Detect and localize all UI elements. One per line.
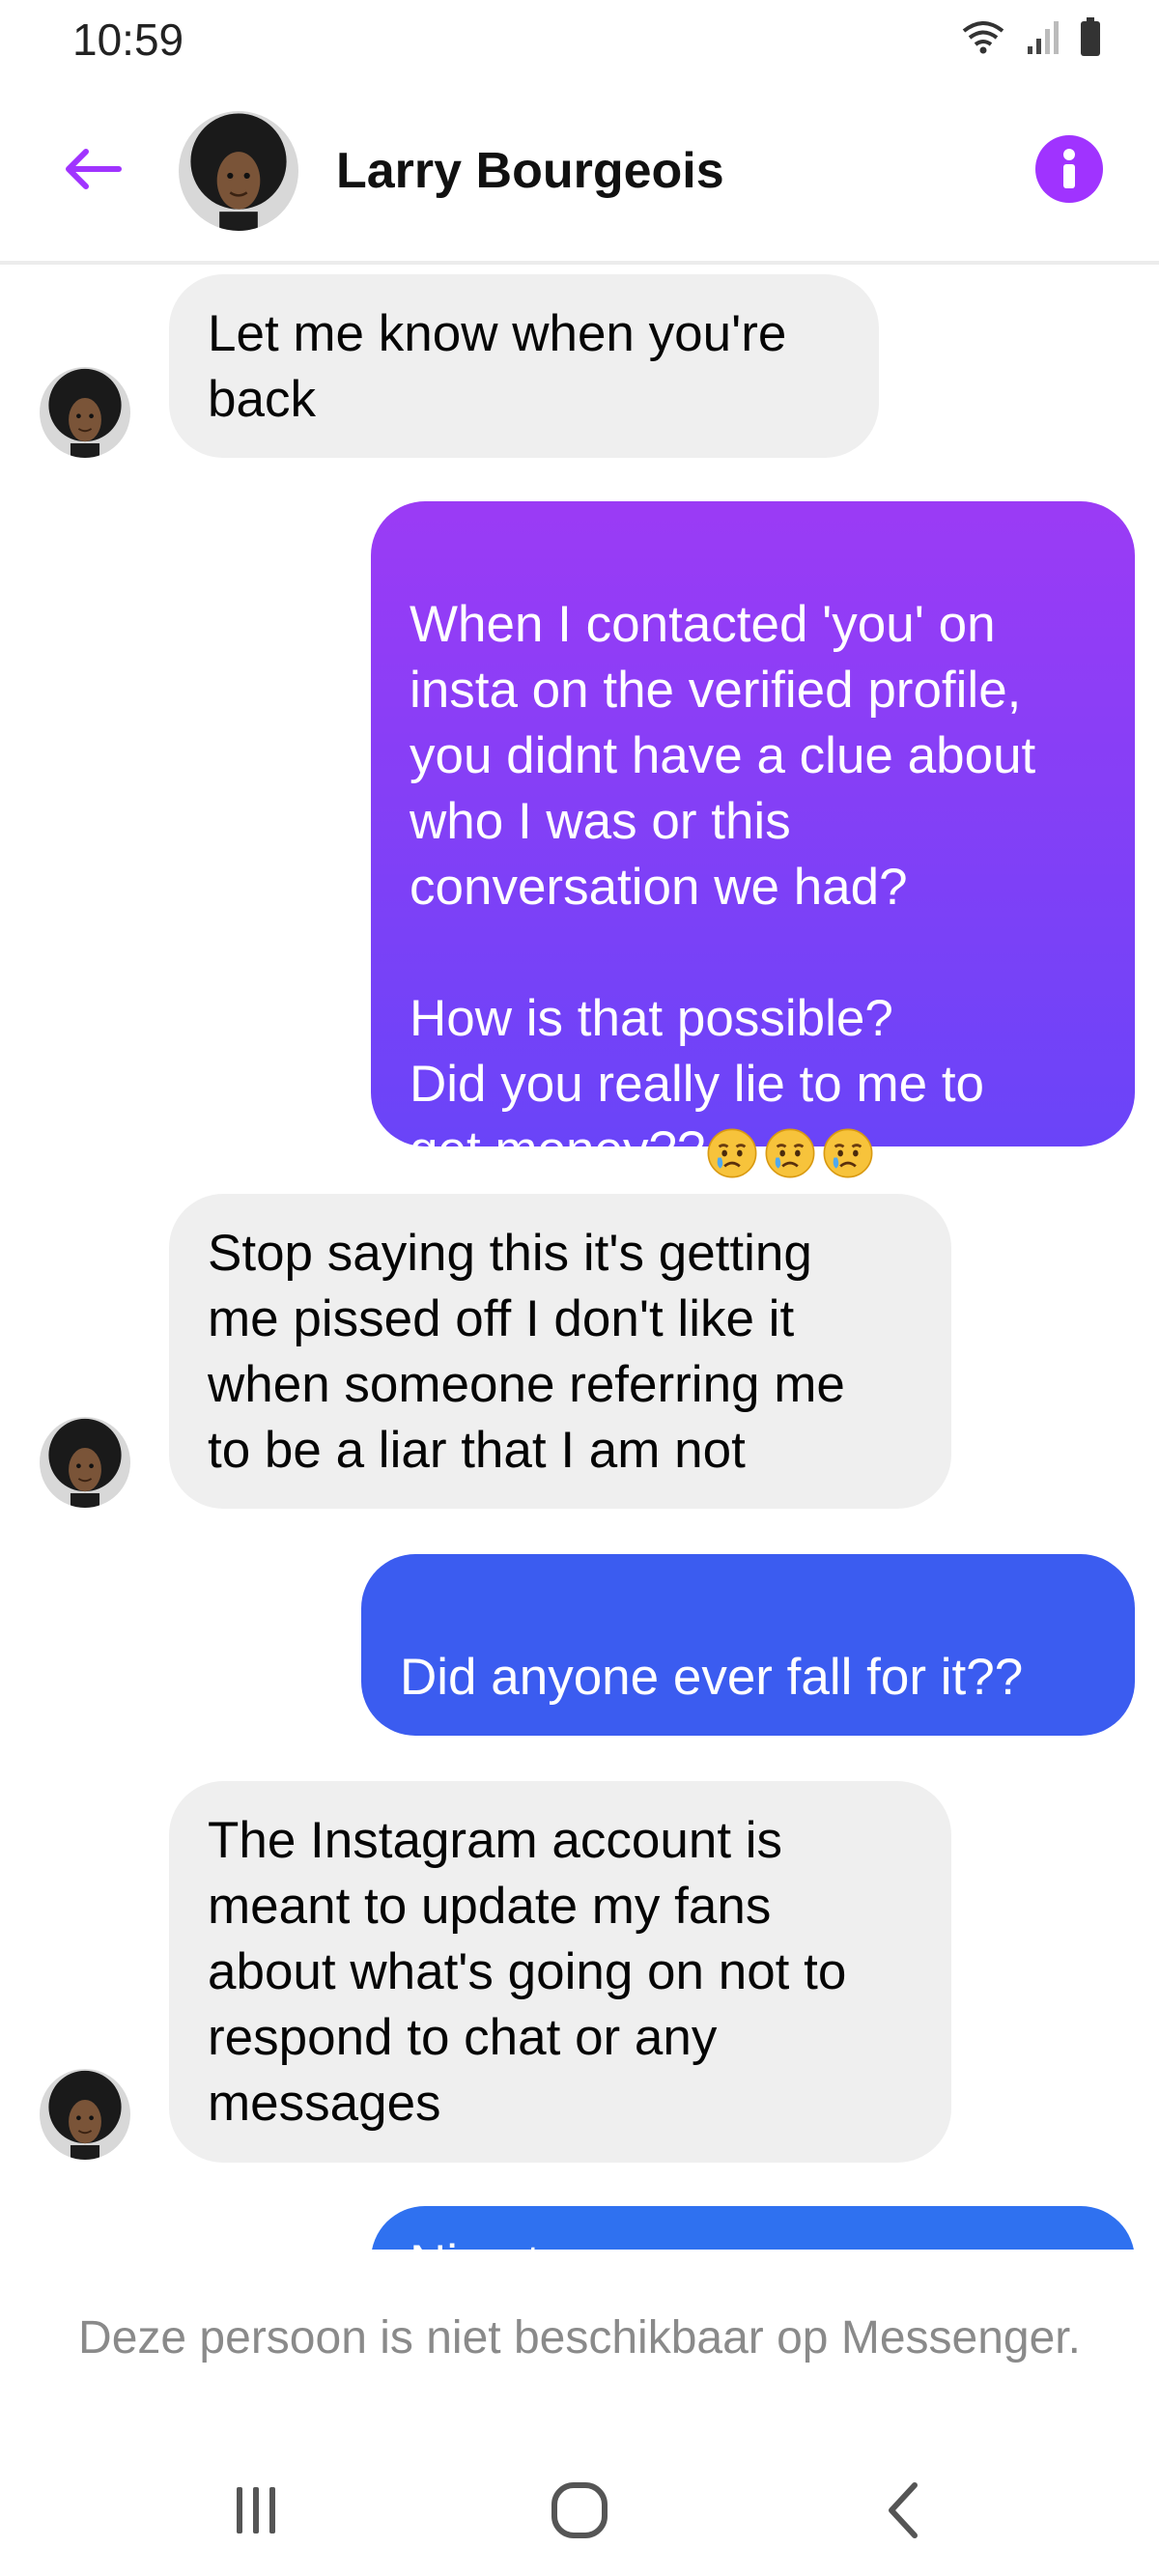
emoji-row	[705, 1126, 875, 1180]
contact-avatar-small	[40, 2069, 130, 2160]
contact-avatar[interactable]	[179, 111, 298, 231]
message-bubble-incoming[interactable]: Stop saying this it's getting me pissed …	[169, 1194, 951, 1509]
status-bar: 10:59	[0, 0, 1159, 77]
contact-avatar-small	[40, 367, 130, 458]
recent-apps-button[interactable]	[198, 2462, 314, 2559]
back-icon	[889, 2482, 918, 2538]
status-time: 10:59	[72, 14, 184, 65]
signal-icon	[1026, 19, 1059, 59]
status-icons	[962, 16, 1101, 61]
crying-face-icon	[823, 1127, 874, 1179]
home-icon	[551, 2482, 608, 2538]
message-text: When I contacted 'you' on insta on the v…	[410, 596, 1036, 1178]
info-icon	[1063, 149, 1075, 188]
battery-icon	[1080, 16, 1101, 61]
message-bubble-outgoing[interactable]: Did anyone ever fall for it??	[361, 1554, 1135, 1839]
back-button[interactable]	[53, 130, 130, 208]
arrow-left-icon	[66, 149, 122, 189]
crying-face-icon	[765, 1127, 816, 1179]
message-bubble-outgoing[interactable]: Nice t	[371, 2206, 1135, 2250]
info-button[interactable]	[1035, 135, 1103, 203]
message-bubble-incoming[interactable]: Let me know when you're back	[169, 274, 879, 458]
message-text: Did anyone ever fall for it??	[400, 1649, 1024, 1706]
contact-name[interactable]: Larry Bourgeois	[336, 142, 724, 200]
contact-avatar-small	[40, 1417, 130, 1508]
recent-apps-icon	[237, 2487, 275, 2534]
home-button[interactable]	[522, 2462, 637, 2559]
message-thread[interactable]: Let me know when you're back When I cont…	[0, 265, 1159, 2250]
unavailable-notice: Deze persoon is niet beschikbaar op Mess…	[78, 2312, 1081, 2364]
composer-disabled-bar: Deze persoon is niet beschikbaar op Mess…	[0, 2250, 1159, 2443]
crying-face-icon	[707, 1127, 758, 1179]
message-bubble-outgoing[interactable]: When I contacted 'you' on insta on the v…	[371, 501, 1135, 1179]
wifi-icon	[962, 19, 1004, 59]
conversation-header: Larry Bourgeois	[0, 77, 1159, 265]
system-nav-bar	[0, 2443, 1159, 2576]
nav-back-button[interactable]	[845, 2462, 961, 2559]
message-bubble-incoming[interactable]: The Instagram account is meant to update…	[169, 1781, 951, 2163]
